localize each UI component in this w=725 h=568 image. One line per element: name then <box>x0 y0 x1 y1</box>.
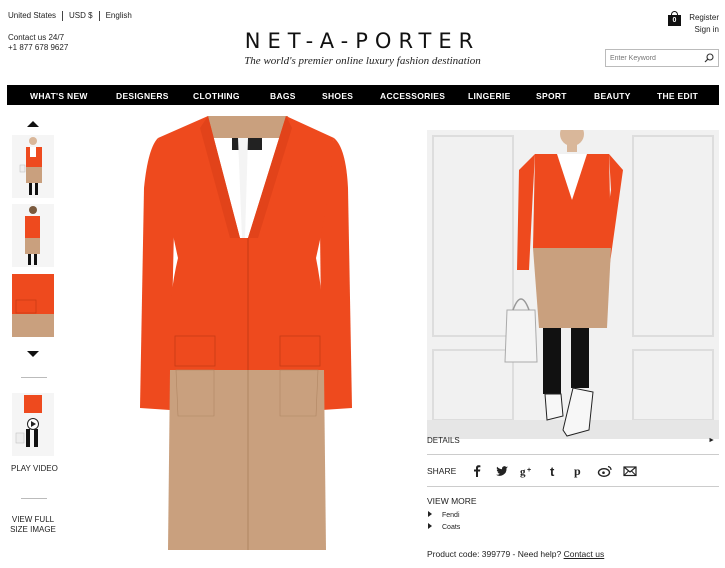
nav-bags[interactable]: BAGS <box>270 91 296 101</box>
chevron-right-icon: ► <box>708 437 715 444</box>
email-icon[interactable] <box>622 463 638 479</box>
search-box <box>605 49 719 67</box>
product-code-text: Product code: 399779 - Need help? <box>427 549 562 559</box>
thumbnail-detail-closeup[interactable] <box>12 274 54 337</box>
product-code-line: Product code: 399779 - Need help? Contac… <box>427 549 604 559</box>
google-plus-icon[interactable]: g + <box>519 463 535 479</box>
view-more-item-fendi[interactable]: Fendi <box>428 511 460 519</box>
search-input[interactable] <box>606 54 698 62</box>
share-label: SHARE <box>427 466 457 476</box>
svg-text:p: p <box>574 464 581 478</box>
shopping-bag-icon[interactable]: 0 <box>667 11 682 26</box>
locale-bar: United States USD $ English <box>8 11 138 21</box>
view-full-line1: VIEW FULL <box>11 515 55 524</box>
country-selector[interactable]: United States <box>8 11 64 21</box>
view-more-link: Coats <box>442 524 461 531</box>
details-label: DETAILS <box>427 436 460 445</box>
tumblr-icon[interactable]: t <box>546 463 562 479</box>
svg-text:g: g <box>520 466 526 478</box>
thumbnail-model-front[interactable] <box>12 135 54 198</box>
view-more-item-coats[interactable]: Coats <box>428 523 460 531</box>
divider <box>427 486 719 487</box>
nav-designers[interactable]: DESIGNERS <box>116 91 169 101</box>
nav-whats-new[interactable]: WHAT'S NEW <box>30 91 88 101</box>
svg-text:t: t <box>550 464 555 479</box>
nav-lingerie[interactable]: LINGERIE <box>468 91 511 101</box>
main-nav: WHAT'S NEW DESIGNERS CLOTHING BAGS SHOES… <box>7 85 719 105</box>
pinterest-icon[interactable]: p <box>571 463 587 479</box>
product-main-image[interactable] <box>130 108 365 560</box>
view-full-size-link[interactable]: VIEW FULL SIZE IMAGE <box>9 515 57 535</box>
thumbnail-down-arrow-icon[interactable] <box>27 351 39 357</box>
contact-us-link[interactable]: Contact us <box>564 549 605 559</box>
play-video-icon[interactable] <box>27 418 39 430</box>
view-full-line2: SIZE IMAGE <box>10 525 56 534</box>
divider <box>21 498 47 499</box>
bullet-arrow-icon <box>428 523 432 529</box>
divider <box>21 377 47 378</box>
nav-sport[interactable]: SPORT <box>536 91 567 101</box>
svg-text:+: + <box>527 467 531 474</box>
currency-selector[interactable]: USD $ <box>63 11 100 21</box>
sign-in-link[interactable]: Sign in <box>689 24 719 36</box>
details-accordion[interactable]: DETAILS ► <box>427 436 719 450</box>
view-more-link: Fendi <box>442 512 460 519</box>
nav-clothing[interactable]: CLOTHING <box>193 91 240 101</box>
view-more-heading: VIEW MORE <box>427 496 477 506</box>
bag-count: 0 <box>668 15 681 26</box>
play-video-link[interactable]: PLAY VIDEO <box>11 464 58 473</box>
register-link[interactable]: Register <box>689 12 719 24</box>
weibo-icon[interactable] <box>597 463 613 479</box>
account-links: Register Sign in <box>689 12 719 36</box>
nav-shoes[interactable]: SHOES <box>322 91 353 101</box>
nav-beauty[interactable]: BEAUTY <box>594 91 631 101</box>
nav-the-edit[interactable]: THE EDIT <box>657 91 698 101</box>
facebook-icon[interactable] <box>469 463 485 479</box>
search-icon[interactable] <box>704 53 714 63</box>
divider <box>427 454 719 455</box>
product-model-image[interactable] <box>427 130 719 439</box>
thumbnail-model-side[interactable] <box>12 204 54 267</box>
bullet-arrow-icon <box>428 511 432 517</box>
thumbnail-up-arrow-icon[interactable] <box>27 121 39 127</box>
nav-accessories[interactable]: ACCESSORIES <box>380 91 445 101</box>
twitter-icon[interactable] <box>494 463 510 479</box>
language-selector[interactable]: English <box>100 11 138 21</box>
